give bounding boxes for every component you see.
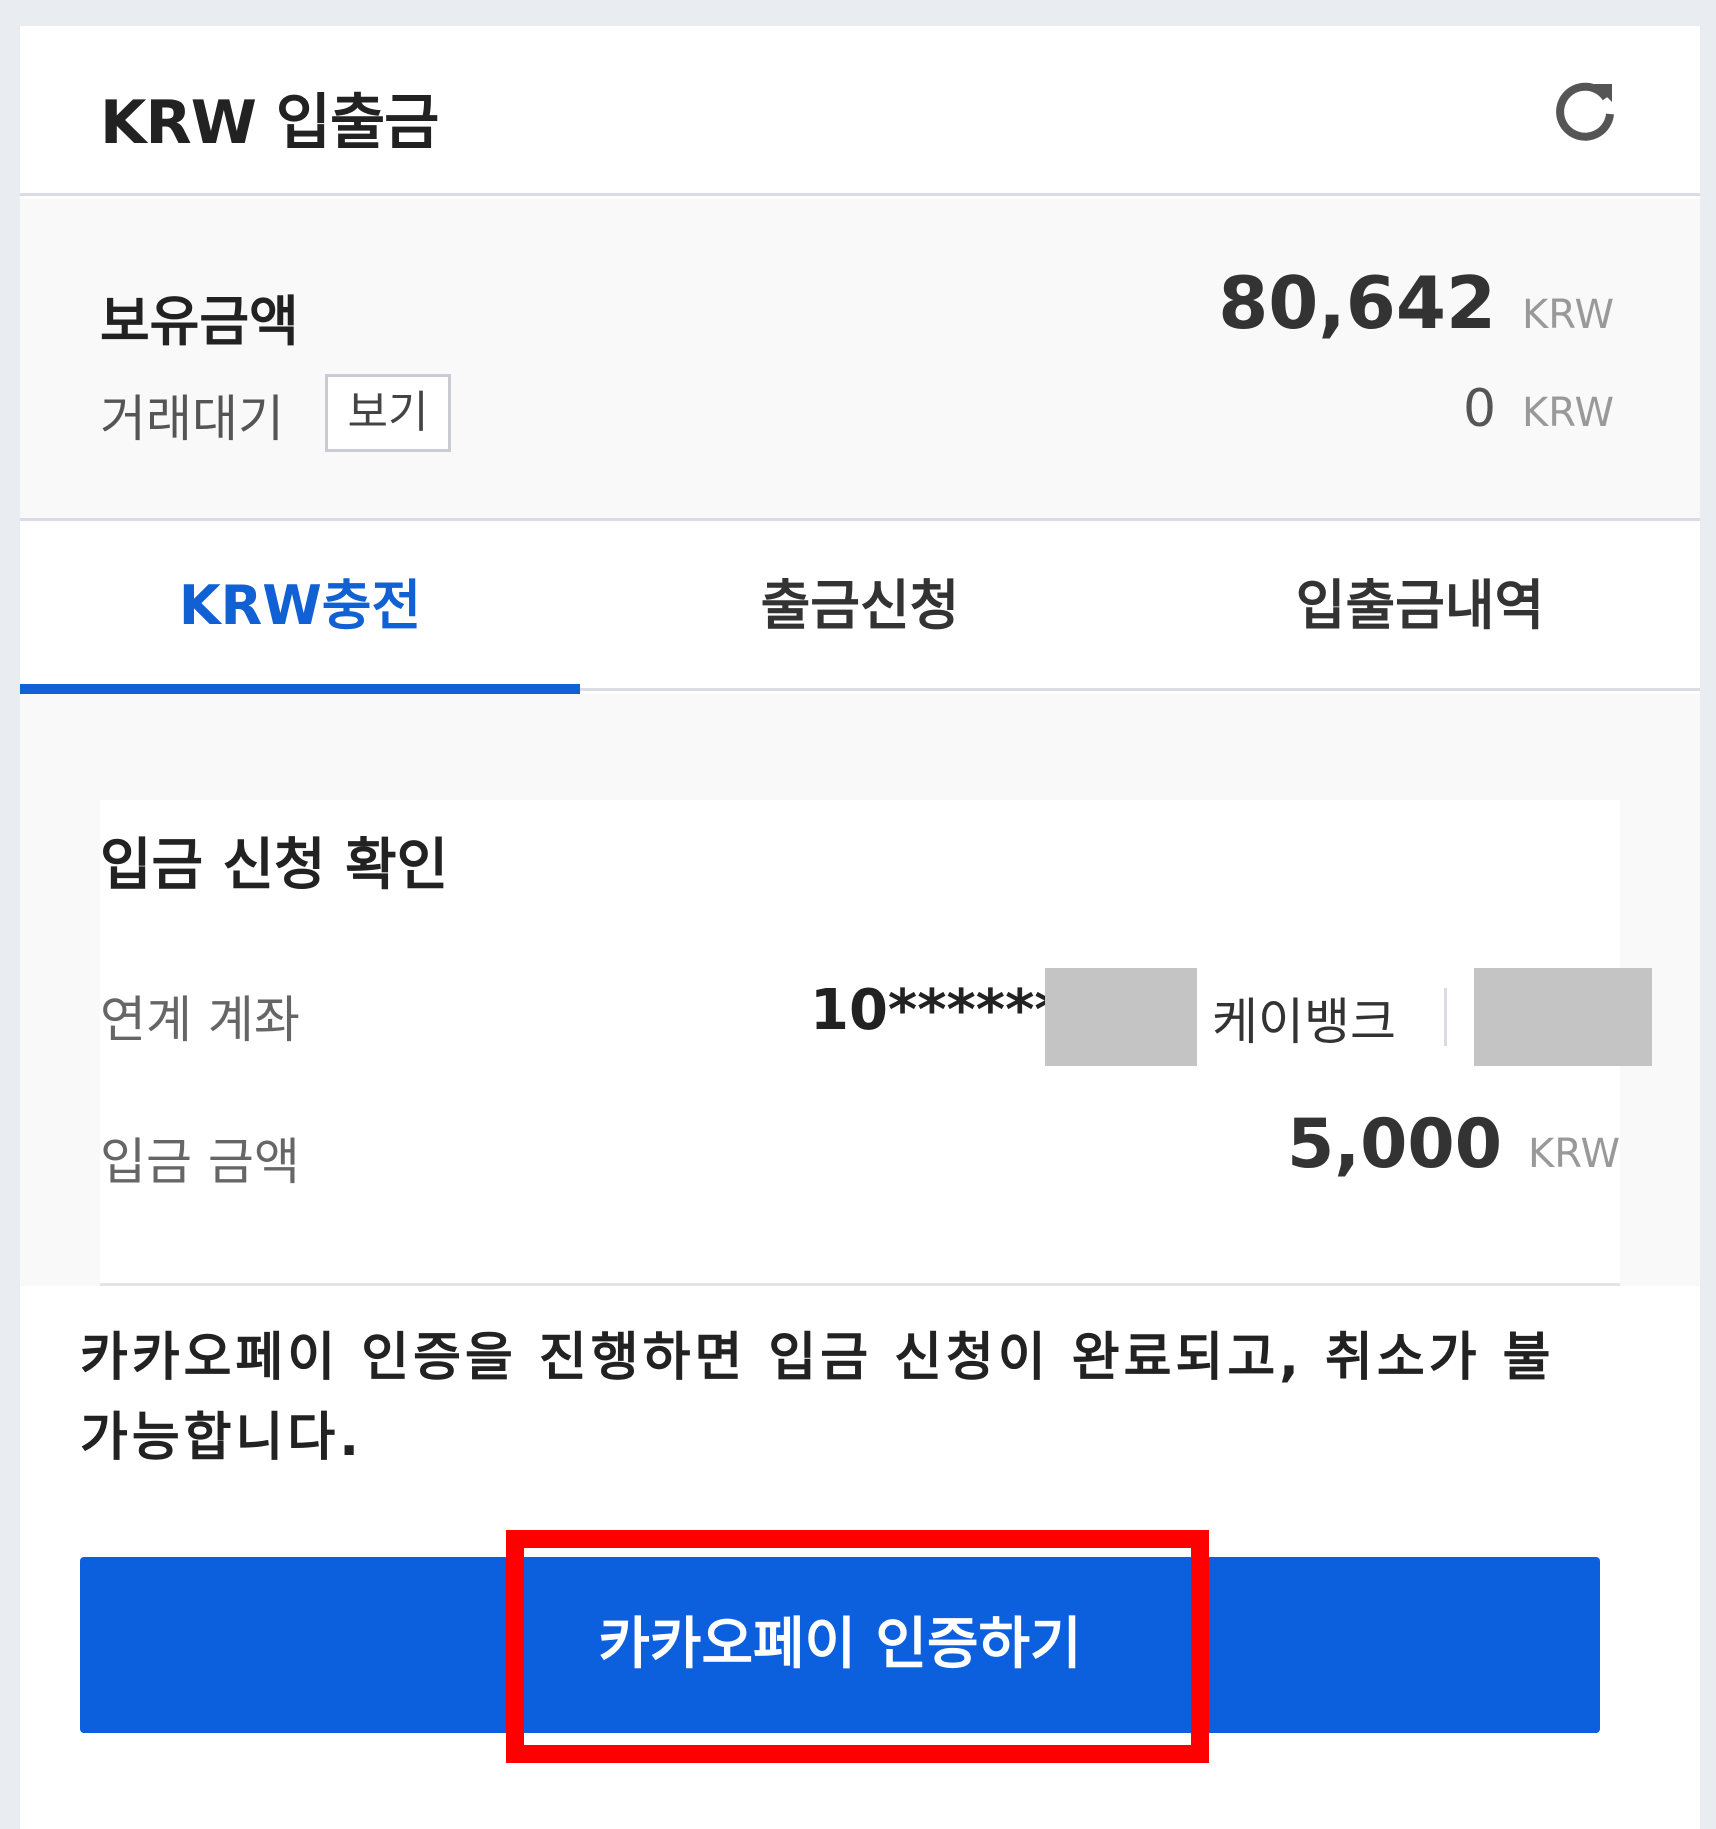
- deposit-amount-unit: KRW: [1528, 1131, 1620, 1177]
- panel-title: KRW 입출금: [100, 88, 439, 158]
- refresh-icon[interactable]: [1550, 76, 1620, 146]
- page-edge: [1700, 0, 1716, 1829]
- redacted-block: [1474, 968, 1652, 1066]
- notice-text: 카카오페이 인증을 진행하면 입금 신청이 완료되고, 취소가 불가능합니다.: [80, 1328, 1555, 1468]
- balance-amount: 80,642 KRW: [1218, 261, 1614, 345]
- redacted-block: [1045, 968, 1197, 1066]
- deposit-amount: 5,000 KRW: [1287, 1105, 1620, 1184]
- pending-unit: KRW: [1522, 390, 1614, 436]
- pending-amount-number: 0: [1462, 379, 1497, 439]
- balance-section: 보유금액 80,642 KRW 거래대기 보기 0 KRW: [20, 199, 1700, 521]
- tab-bar: KRW충전 출금신청 입출금내역: [20, 521, 1700, 694]
- deposit-confirm-card: 입금 신청 확인 연계 계좌 10******* 케이뱅크 입금 금액 5,00…: [100, 800, 1652, 1286]
- kakaopay-auth-button[interactable]: 카카오페이 인증하기: [80, 1557, 1600, 1733]
- tab-withdraw-request[interactable]: 출금신청: [580, 521, 1140, 691]
- tab-history[interactable]: 입출금내역: [1140, 521, 1700, 691]
- tab-krw-deposit[interactable]: KRW충전: [20, 521, 580, 694]
- pending-amount: 0 KRW: [1463, 379, 1614, 439]
- deposit-amount-number: 5,000: [1286, 1105, 1503, 1184]
- account-label: 연계 계좌: [100, 991, 300, 1049]
- balance-amount-number: 80,642: [1218, 261, 1497, 345]
- balance-label: 보유금액: [100, 290, 299, 353]
- confirm-title: 입금 신청 확인: [100, 833, 449, 898]
- divider: [1444, 988, 1447, 1046]
- view-pending-button[interactable]: 보기: [325, 374, 451, 452]
- deposit-amount-label: 입금 금액: [100, 1133, 300, 1191]
- confirm-area: 입금 신청 확인 연계 계좌 10******* 케이뱅크 입금 금액 5,00…: [20, 694, 1700, 1286]
- balance-unit: KRW: [1522, 292, 1614, 338]
- panel-header: KRW 입출금: [20, 26, 1700, 196]
- pending-label: 거래대기: [100, 390, 284, 448]
- bank-name: 케이뱅크: [1212, 993, 1396, 1051]
